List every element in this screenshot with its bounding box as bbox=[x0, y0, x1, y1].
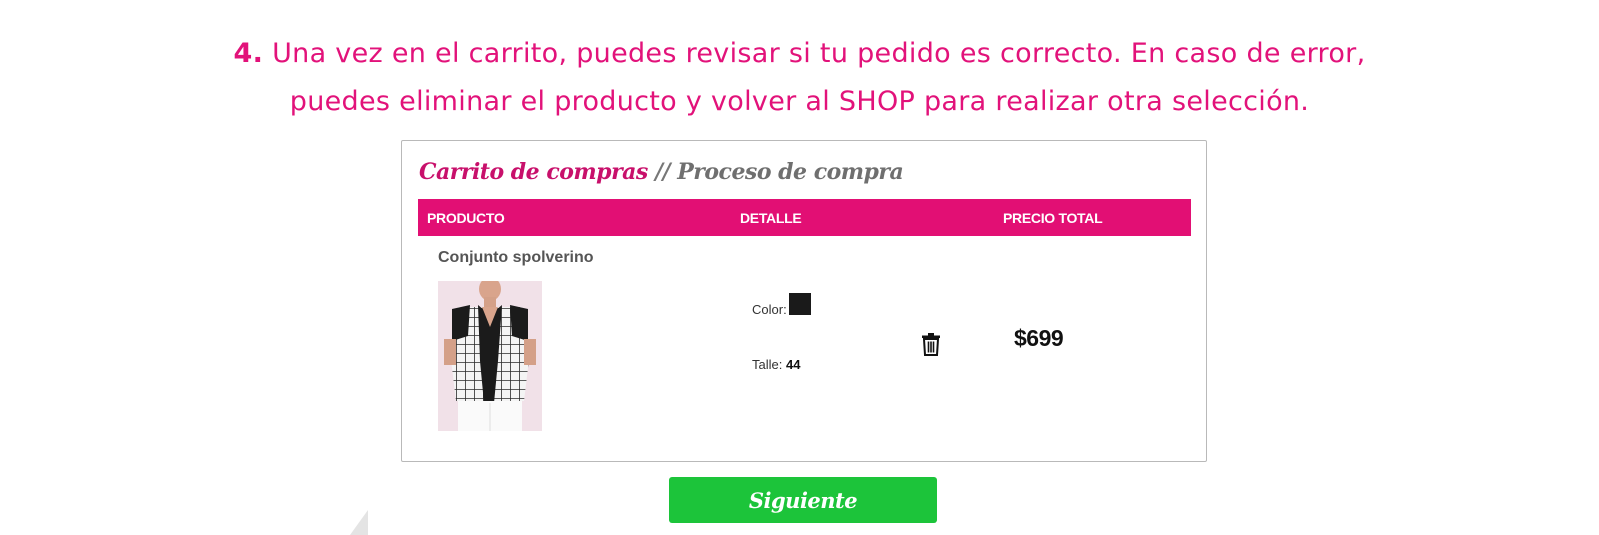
trash-icon[interactable] bbox=[920, 332, 942, 356]
product-image[interactable] bbox=[438, 281, 542, 431]
product-name: Conjunto spolverino bbox=[438, 249, 594, 266]
cart-panel: Carrito de compras // Proceso de compra … bbox=[401, 140, 1207, 462]
item-price: $699 bbox=[1014, 325, 1064, 351]
detail-size: Talle: 44 bbox=[752, 357, 800, 372]
cart-table-header: PRODUCTO DETALLE PRECIO TOTAL bbox=[418, 199, 1191, 236]
column-header-detail: DETALLE bbox=[740, 210, 802, 226]
next-button[interactable]: Siguiente bbox=[669, 477, 937, 523]
cart-title-separator: // bbox=[654, 159, 671, 185]
size-label: Talle: bbox=[752, 357, 783, 372]
detail-color: Color: bbox=[752, 293, 811, 317]
column-header-product: PRODUCTO bbox=[427, 210, 505, 226]
cart-title-secondary: Proceso de compra bbox=[677, 159, 904, 185]
product-photo-illustration bbox=[438, 281, 542, 431]
size-value: 44 bbox=[785, 357, 801, 372]
step-number: 4. bbox=[233, 38, 264, 69]
cart-title: Carrito de compras // Proceso de compra bbox=[419, 159, 904, 185]
cart-title-main: Carrito de compras bbox=[419, 159, 648, 185]
instruction-line-1-text: Una vez en el carrito, puedes revisar si… bbox=[272, 38, 1366, 69]
instruction-line-2: puedes eliminar el producto y volver al … bbox=[289, 86, 1310, 117]
instruction-line-1: 4. Una vez en el carrito, puedes revisar… bbox=[0, 30, 1599, 78]
column-header-total-price: PRECIO TOTAL bbox=[1003, 210, 1103, 226]
trash-icon-graphic bbox=[922, 333, 940, 356]
corner-decoration bbox=[350, 510, 368, 535]
instruction-text: 4. Una vez en el carrito, puedes revisar… bbox=[0, 30, 1599, 126]
color-swatch bbox=[788, 293, 811, 315]
color-label: Color: bbox=[752, 302, 787, 317]
